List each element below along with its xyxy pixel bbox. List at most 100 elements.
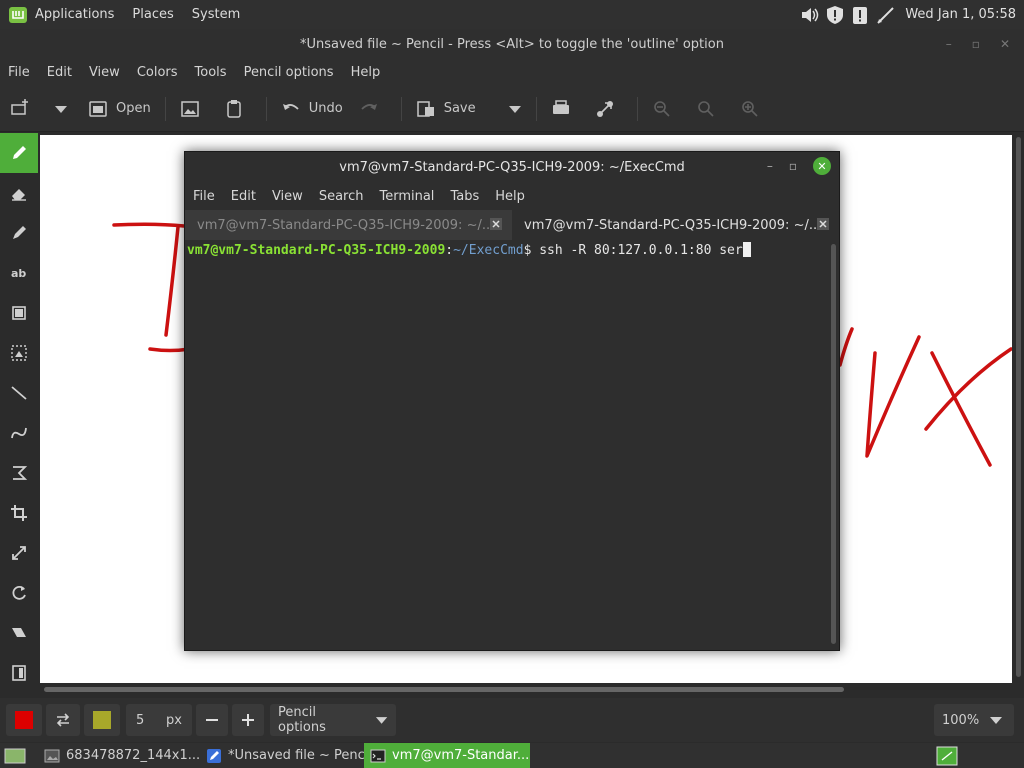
- show-desktop-button[interactable]: [0, 743, 30, 768]
- new-dropdown-button[interactable]: [46, 93, 76, 125]
- terminal-menu-edit[interactable]: Edit: [231, 189, 256, 204]
- terminal-maximize-button[interactable]: ▫: [789, 159, 797, 173]
- taskbar: 683478872_144x1... *Unsaved file ~ Penc.…: [0, 743, 1024, 768]
- terminal-scrollbar[interactable]: [831, 244, 836, 644]
- toolbar-separator: [636, 96, 638, 121]
- terminal-tab-1[interactable]: vm7@vm7-Standard-PC-Q35-ICH9-2009: ~/...: [185, 210, 512, 240]
- scroll-thumb[interactable]: [1016, 137, 1021, 677]
- image-viewer-icon: [44, 749, 60, 762]
- mint-logo-icon[interactable]: [8, 5, 28, 25]
- scroll-thumb[interactable]: [44, 687, 844, 692]
- zoom-fit-button[interactable]: [688, 93, 732, 125]
- save-button[interactable]: Save: [408, 93, 484, 125]
- minimize-button[interactable]: –: [946, 37, 952, 51]
- rotate-tool[interactable]: [0, 573, 38, 613]
- terminal-menu-terminal[interactable]: Terminal: [379, 189, 434, 204]
- chevron-down-icon: [508, 105, 521, 113]
- clipboard-icon: [226, 99, 241, 118]
- network-disconnected-icon[interactable]: [874, 4, 896, 26]
- zoom-out-button[interactable]: [644, 93, 688, 125]
- highlighter-tool[interactable]: [0, 213, 38, 253]
- terminal-close-button[interactable]: ✕: [813, 157, 831, 175]
- system-menu[interactable]: System: [192, 7, 240, 22]
- swap-colors-button[interactable]: [46, 704, 80, 736]
- print-icon: [552, 99, 569, 114]
- scale-tool[interactable]: [0, 533, 38, 573]
- new-button[interactable]: [2, 93, 46, 125]
- places-menu[interactable]: Places: [132, 7, 173, 22]
- terminal-tab-label: vm7@vm7-Standard-PC-Q35-ICH9-2009: ~/...: [197, 217, 495, 233]
- size-increase-button[interactable]: [232, 704, 264, 736]
- zoom-dropdown[interactable]: 100%: [934, 704, 1014, 736]
- terminal-titlebar[interactable]: vm7@vm7-Standard-PC-Q35-ICH9-2009: ~/Exe…: [185, 152, 839, 182]
- canvas-vertical-scrollbar[interactable]: [1013, 133, 1024, 685]
- image-properties-button[interactable]: [172, 93, 216, 125]
- secondary-color-button[interactable]: [84, 704, 120, 736]
- zoom-in-button[interactable]: [732, 93, 776, 125]
- terminal-menu-view[interactable]: View: [272, 189, 303, 204]
- close-tab-icon[interactable]: [490, 218, 502, 230]
- menu-colors[interactable]: Colors: [137, 65, 178, 80]
- selection-icon: [11, 345, 27, 361]
- desktop-icon: [4, 748, 26, 763]
- terminal-menu-file[interactable]: File: [193, 189, 215, 204]
- pencil-icon: [13, 146, 26, 159]
- close-tab-icon[interactable]: [817, 218, 829, 230]
- text-tool[interactable]: ab: [0, 253, 38, 293]
- applications-menu[interactable]: Applications: [35, 7, 114, 22]
- terminal-minimize-button[interactable]: –: [767, 159, 773, 173]
- terminal-tab-label: vm7@vm7-Standard-PC-Q35-ICH9-2009: ~/...: [524, 217, 822, 233]
- menu-help[interactable]: Help: [351, 65, 381, 80]
- taskbar-item-image-viewer[interactable]: 683478872_144x1...: [38, 743, 200, 768]
- terminal-menu-tabs[interactable]: Tabs: [450, 189, 479, 204]
- terminal-output[interactable]: vm7@vm7-Standard-PC-Q35-ICH9-2009:~/Exec…: [185, 240, 839, 650]
- toolbar-separator: [400, 96, 402, 121]
- maximize-button[interactable]: ▫: [972, 37, 980, 51]
- canvas-horizontal-scrollbar[interactable]: [38, 683, 1013, 695]
- menu-edit[interactable]: Edit: [47, 65, 72, 80]
- export-button[interactable]: [587, 93, 631, 125]
- curve-tool[interactable]: [0, 413, 38, 453]
- undo-button[interactable]: Undo: [273, 93, 351, 125]
- eraser-tool[interactable]: [0, 173, 38, 213]
- size-field[interactable]: 5 px: [126, 704, 192, 736]
- filters-tool[interactable]: [0, 653, 38, 693]
- taskbar-item-terminal[interactable]: vm7@vm7-Standar...: [364, 743, 530, 768]
- menu-view[interactable]: View: [89, 65, 120, 80]
- save-dropdown-button[interactable]: [500, 93, 530, 125]
- undo-icon: [282, 103, 299, 110]
- menu-file[interactable]: File: [8, 65, 30, 80]
- clipboard-button[interactable]: [216, 93, 260, 125]
- prompt-separator: :: [445, 243, 454, 258]
- crop-tool[interactable]: [0, 493, 38, 533]
- primary-color-button[interactable]: [6, 704, 42, 736]
- taskbar-item-pencil[interactable]: *Unsaved file ~ Penc...: [200, 743, 364, 768]
- redo-button[interactable]: [351, 93, 395, 125]
- menu-pencil-options[interactable]: Pencil options: [244, 65, 334, 80]
- open-button[interactable]: Open: [80, 93, 159, 125]
- terminal-window[interactable]: vm7@vm7-Standard-PC-Q35-ICH9-2009: ~/Exe…: [184, 151, 840, 651]
- shield-icon[interactable]: [824, 4, 846, 26]
- line-tool[interactable]: [0, 373, 38, 413]
- skew-tool[interactable]: [0, 613, 38, 653]
- pencil-tool[interactable]: [0, 133, 38, 173]
- clock[interactable]: Wed Jan 1, 05:58: [905, 7, 1016, 22]
- terminal-tab-2[interactable]: vm7@vm7-Standard-PC-Q35-ICH9-2009: ~/...: [512, 210, 839, 240]
- tool-options-bar: 5 px Pencil options 100%: [0, 698, 1024, 742]
- menu-tools[interactable]: Tools: [195, 65, 227, 80]
- pencil-options-dropdown[interactable]: Pencil options: [270, 704, 396, 736]
- update-notice-icon[interactable]: [849, 4, 871, 26]
- pencil-options-label: Pencil options: [278, 705, 326, 735]
- close-button[interactable]: ✕: [1000, 37, 1010, 51]
- workspace-switcher[interactable]: [936, 743, 958, 768]
- terminal-menu-help[interactable]: Help: [495, 189, 525, 204]
- size-decrease-button[interactable]: [196, 704, 228, 736]
- volume-icon[interactable]: [799, 4, 821, 26]
- chevron-down-icon: [55, 105, 67, 113]
- print-button[interactable]: [543, 93, 587, 125]
- rectangle-select-tool[interactable]: [0, 293, 38, 333]
- terminal-menu-search[interactable]: Search: [319, 189, 364, 204]
- shape-tool[interactable]: [0, 453, 38, 493]
- text-cursor: [742, 242, 751, 257]
- free-select-tool[interactable]: [0, 333, 38, 373]
